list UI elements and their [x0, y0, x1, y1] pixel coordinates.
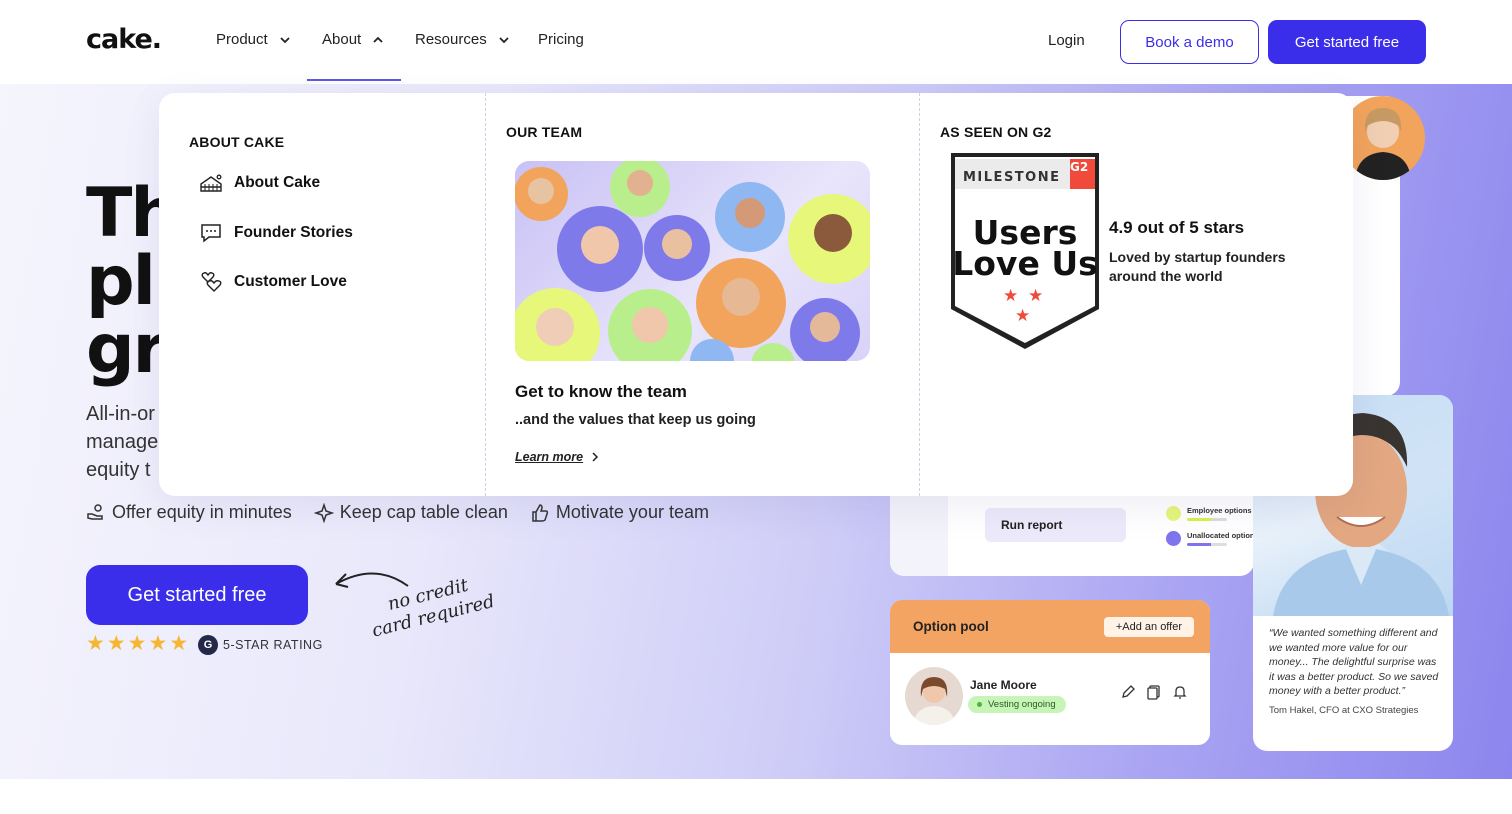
nav-about[interactable]: About — [322, 31, 385, 48]
star-icon: ★ — [169, 632, 189, 655]
bell-icon[interactable] — [1172, 684, 1188, 700]
feature-offer-equity: Offer equity in minutes — [86, 502, 292, 523]
hero-title-line-3: gr — [86, 310, 166, 389]
chevron-up-icon — [373, 36, 383, 43]
team-photo-collage[interactable] — [515, 161, 870, 361]
add-offer-button[interactable]: +Add an offer — [1103, 616, 1194, 637]
vesting-status-badge: Vesting ongoing — [968, 696, 1066, 713]
feature-label: Motivate your team — [555, 502, 709, 522]
badge-milestone-text: MILESTONE — [963, 170, 1060, 185]
about-cake-heading: ABOUT CAKE — [189, 134, 285, 150]
jane-moore-avatar — [905, 667, 963, 725]
top-navbar: cake. Product About Resources Pricing Lo… — [0, 0, 1512, 84]
hero-title-line-2: pl — [86, 242, 156, 321]
legend-dot — [1166, 506, 1181, 521]
testimonial-quote: “We wanted something different and we wa… — [1269, 627, 1439, 698]
user-avatar — [1341, 96, 1425, 180]
menu-link-about-cake[interactable]: About Cake — [199, 171, 320, 195]
cake-logo[interactable]: cake. — [86, 24, 162, 55]
team-title: Get to know the team — [515, 382, 687, 401]
rating-label: 5-STAR RATING — [223, 638, 323, 652]
woman-portrait-icon — [1355, 108, 1411, 180]
g2-logo-icon: G2 — [1070, 160, 1088, 174]
star-rating: ★ ★ ★ ★ ★ — [86, 632, 189, 655]
team-subtitle: ..and the values that keep us going — [515, 412, 756, 428]
badge-star-icon: ★ — [1003, 286, 1018, 305]
badge-star-icon: ★ — [1015, 306, 1030, 325]
hero-subtitle: All-in-or manage equity t — [86, 400, 158, 484]
woman-portrait-icon — [913, 677, 955, 725]
option-pool-title: Option pool — [913, 619, 989, 634]
star-icon: ★ — [148, 632, 168, 655]
badge-star-icon: ★ — [1028, 286, 1043, 305]
nav-product-label: Product — [216, 31, 268, 48]
chevron-down-icon — [499, 36, 509, 43]
cake-icon — [200, 174, 222, 192]
nav-get-started-button[interactable]: Get started free — [1268, 20, 1426, 64]
menu-link-label: About Cake — [234, 174, 321, 191]
legend-bar — [1187, 543, 1227, 546]
option-pool-card: Option pool +Add an offer Jane Moore Ves… — [890, 600, 1210, 745]
login-link[interactable]: Login — [1048, 32, 1085, 49]
menu-link-label: Customer Love — [234, 273, 347, 290]
person-name: Jane Moore — [970, 678, 1037, 692]
nav-pricing[interactable]: Pricing — [538, 31, 584, 48]
nav-pricing-label: Pricing — [538, 31, 584, 48]
feature-label: Offer equity in minutes — [112, 502, 292, 522]
legend-unallocated-options: Unallocated option — [1166, 531, 1255, 546]
hero-subtitle-line: All-in-or — [86, 403, 155, 425]
our-team-heading: OUR TEAM — [506, 124, 583, 140]
hero-subtitle-line: manage — [86, 431, 159, 453]
menu-link-founder-stories[interactable]: Founder Stories — [199, 221, 353, 245]
learn-more-label: Learn more — [515, 450, 584, 464]
copy-icon[interactable] — [1146, 684, 1162, 700]
run-report-button[interactable]: Run report — [985, 508, 1126, 542]
legend-label: Employee options — [1187, 506, 1252, 515]
active-nav-underline — [307, 79, 401, 81]
feature-list: Offer equity in minutes Keep cap table c… — [86, 502, 709, 523]
column-divider — [485, 93, 486, 496]
row-actions — [1120, 684, 1188, 700]
g2-users-love-us-badge: G2 MILESTONE Users Love Us ★ ★ ★ — [951, 153, 1099, 349]
hero-get-started-button[interactable]: Get started free — [86, 565, 308, 625]
menu-link-label: Founder Stories — [234, 224, 353, 241]
nav-resources[interactable]: Resources — [415, 31, 511, 48]
feature-cap-table: Keep cap table clean — [313, 502, 508, 523]
thumbs-up-icon — [532, 503, 548, 522]
legend-label: Unallocated option — [1187, 531, 1255, 540]
menu-link-customer-love[interactable]: Customer Love — [199, 270, 347, 294]
about-mega-menu: ABOUT CAKE About Cake Founder Stories Cu… — [159, 93, 1353, 496]
legend-employee-options: Employee options — [1166, 506, 1252, 521]
g2-logo-icon: G — [198, 635, 218, 655]
nav-product[interactable]: Product — [216, 31, 292, 48]
option-pool-header: Option pool +Add an offer — [890, 600, 1210, 653]
chat-bubble-icon — [201, 224, 221, 243]
badge-line-2: Love Us — [952, 244, 1098, 283]
column-divider — [919, 93, 920, 496]
hearts-icon — [201, 272, 222, 292]
testimonial-author: Tom Hakel, CFO at CXO Strategies — [1269, 704, 1419, 716]
hand-coin-icon — [87, 503, 103, 520]
g2-description: Loved by startup founders around the wor… — [1109, 249, 1286, 284]
team-faces-image — [515, 161, 870, 361]
star-icon: ★ — [86, 632, 105, 655]
sparkle-icon — [313, 502, 334, 523]
nav-resources-label: Resources — [415, 31, 487, 48]
star-icon: ★ — [106, 632, 126, 655]
hero-subtitle-line: equity t — [86, 459, 151, 481]
legend-dot — [1166, 531, 1181, 546]
nav-about-label: About — [322, 31, 362, 48]
star-icon: ★ — [127, 632, 147, 655]
chevron-right-icon — [592, 452, 599, 462]
chevron-down-icon — [280, 36, 290, 43]
legend-bar — [1187, 518, 1227, 521]
g2-rating: 4.9 out of 5 stars — [1109, 218, 1245, 237]
learn-more-link[interactable]: Learn more — [515, 450, 601, 464]
pencil-icon[interactable] — [1120, 684, 1136, 700]
feature-motivate: Motivate your team — [530, 502, 709, 523]
feature-label: Keep cap table clean — [339, 502, 508, 522]
g2-heading: AS SEEN ON G2 — [940, 124, 1052, 140]
book-demo-button[interactable]: Book a demo — [1120, 20, 1259, 64]
